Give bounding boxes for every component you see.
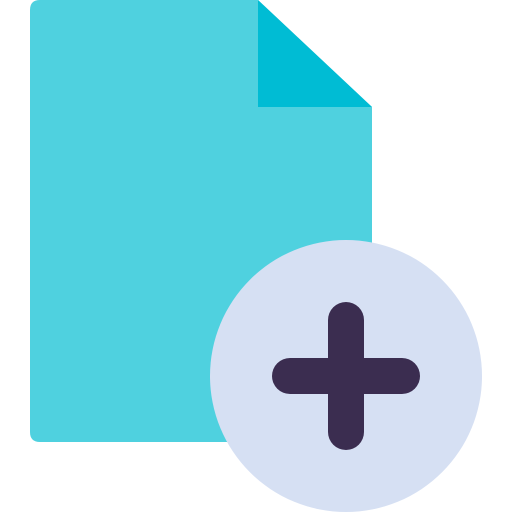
add-file-icon xyxy=(30,0,482,512)
add-file-icon-canvas xyxy=(0,0,512,512)
document-fold xyxy=(258,0,372,107)
